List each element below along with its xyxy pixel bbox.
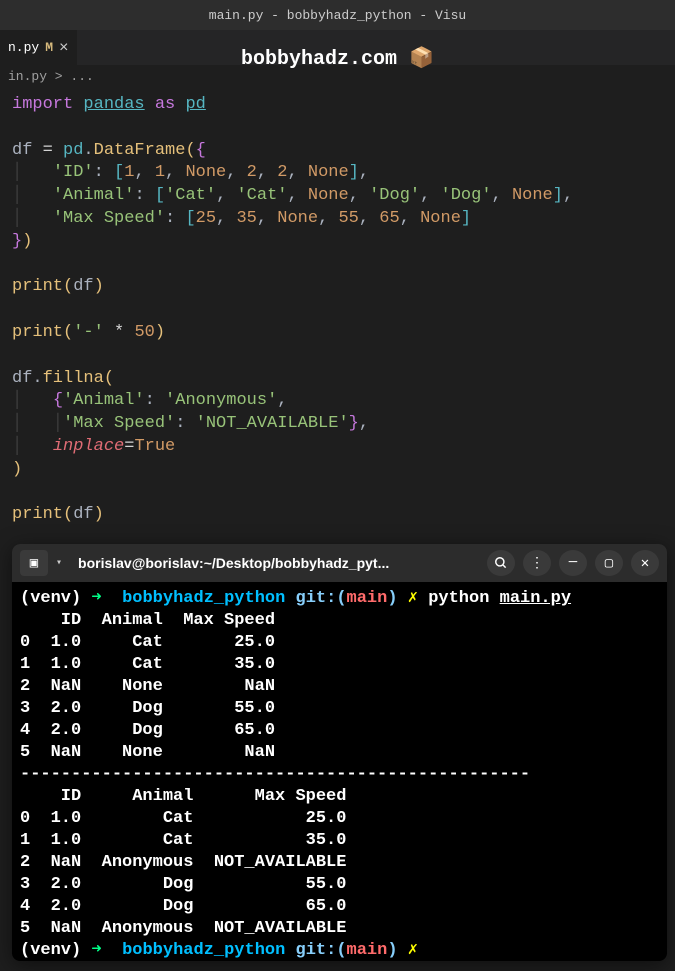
watermark: bobbyhadz.com 📦	[241, 45, 434, 71]
terminal-title: borislav@borislav:~/Desktop/bobbyhadz_py…	[70, 555, 479, 571]
new-tab-button[interactable]: ▣	[20, 550, 48, 576]
maximize-button[interactable]: ▢	[595, 550, 623, 576]
tab-name: n.py	[8, 40, 39, 55]
tab-modified-indicator: M	[45, 40, 53, 55]
minimize-button[interactable]: ─	[559, 550, 587, 576]
search-icon	[494, 556, 508, 570]
title-text: main.py - bobbyhadz_python - Visu	[209, 8, 466, 23]
tab-main-py[interactable]: n.py M ×	[0, 30, 77, 65]
terminal-body[interactable]: (venv) ➜ bobbyhadz_python git:(main) ✗ p…	[12, 582, 667, 961]
close-icon[interactable]: ×	[59, 39, 69, 57]
code-editor[interactable]: import pandas as pd df = pd.DataFrame({ …	[0, 88, 675, 533]
search-button[interactable]	[487, 550, 515, 576]
terminal-window: ▣ ▾ borislav@borislav:~/Desktop/bobbyhad…	[12, 544, 667, 961]
dropdown-icon[interactable]: ▾	[56, 557, 62, 569]
menu-button[interactable]: ⋮	[523, 550, 551, 576]
title-bar: main.py - bobbyhadz_python - Visu	[0, 0, 675, 30]
close-button[interactable]: ✕	[631, 550, 659, 576]
terminal-header: ▣ ▾ borislav@borislav:~/Desktop/bobbyhad…	[12, 544, 667, 582]
